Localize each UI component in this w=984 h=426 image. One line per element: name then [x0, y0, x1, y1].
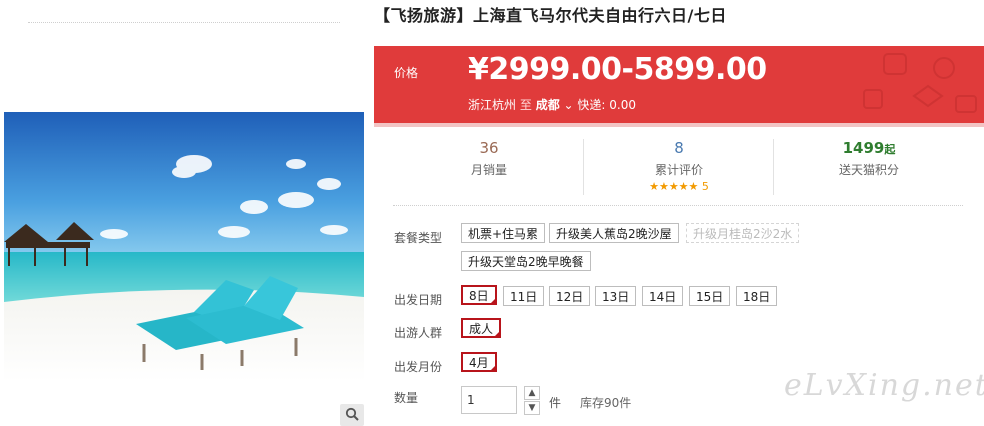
- reviews-label: 累计评价: [654, 163, 703, 177]
- group-option-selected[interactable]: 成人: [461, 318, 502, 338]
- points-value-row: 1499起: [774, 139, 964, 157]
- tmall-points: 1499起 送天猫积分: [774, 139, 964, 178]
- package-option-disabled: 升级月桂岛2沙2水: [686, 223, 800, 243]
- reviews[interactable]: 8 累计评价 ★★★★★ 5: [584, 139, 774, 193]
- departure-month-label: 出发月份: [394, 360, 443, 374]
- package-option[interactable]: 升级美人蕉岛2晚沙屋: [549, 223, 679, 243]
- reviews-value: 8: [674, 139, 684, 157]
- price-value: ¥2999.00-5899.00: [468, 52, 767, 87]
- chevron-up-icon: ▲: [528, 388, 536, 398]
- date-option[interactable]: 11日: [503, 286, 545, 306]
- chevron-down-icon: ▼: [528, 403, 536, 413]
- date-option[interactable]: 14日: [642, 286, 684, 306]
- date-option[interactable]: 15日: [689, 286, 731, 306]
- date-option[interactable]: 12日: [549, 286, 591, 306]
- price-panel: 价格 ¥2999.00-5899.00 浙江杭州 至 成都 ⌄ 快递: 0.00: [374, 46, 984, 123]
- shipping-info: 浙江杭州 至 成都 ⌄ 快递: 0.00: [468, 96, 636, 113]
- to-word: 至: [519, 98, 532, 112]
- monthly-sales-value: 36: [479, 139, 499, 157]
- points-suffix: 起: [884, 143, 896, 156]
- month-option-selected[interactable]: 4月: [461, 352, 497, 372]
- watermark: eLvXing.net: [784, 368, 984, 403]
- traveler-group-label: 出游人群: [394, 326, 443, 340]
- quantity-label: 数量: [394, 391, 419, 405]
- quantity-unit: 件: [549, 396, 562, 410]
- top-divider: [28, 22, 340, 23]
- stats-divider-line: [393, 205, 963, 206]
- stock-count: 库存90件: [580, 396, 632, 410]
- chevron-down-icon: ⌄: [563, 98, 574, 112]
- stats-row: 36 月销量 8 累计评价 ★★★★★ 5 1499起 送天猫积分: [374, 127, 984, 205]
- quantity-decrease-button[interactable]: ▼: [524, 401, 540, 415]
- product-title: 【飞扬旅游】上海直飞马尔代夫自由行六日/七日: [374, 6, 727, 25]
- zoom-button[interactable]: [340, 404, 364, 426]
- decor-pattern-icon: [863, 53, 977, 113]
- package-option[interactable]: 升级天堂岛2晚早晚餐: [461, 251, 591, 271]
- date-option[interactable]: 13日: [595, 286, 637, 306]
- product-photo: [4, 112, 364, 382]
- rating-stars-icon: ★★★★★: [649, 180, 699, 193]
- destination-selector[interactable]: 成都 ⌄: [536, 98, 578, 112]
- points-label: 送天猫积分: [838, 163, 899, 177]
- package-type-label: 套餐类型: [394, 231, 443, 245]
- departure-date-label: 出发日期: [394, 293, 443, 307]
- monthly-sales-label: 月销量: [470, 163, 507, 177]
- quantity-input[interactable]: 1: [461, 386, 517, 414]
- package-option[interactable]: 机票+住马累: [461, 223, 546, 243]
- shipping-fee: 快递: 0.00: [577, 98, 636, 112]
- date-option-selected[interactable]: 8日: [461, 285, 497, 305]
- monthly-sales: 36 月销量: [394, 139, 584, 178]
- destination-city: 成都: [535, 98, 560, 112]
- origin-city: 浙江杭州: [468, 98, 517, 112]
- rating-score: 5: [701, 180, 709, 193]
- points-value: 1499: [842, 139, 885, 157]
- date-option[interactable]: 18日: [736, 286, 778, 306]
- price-label: 价格: [394, 66, 419, 80]
- quantity-increase-button[interactable]: ▲: [524, 386, 540, 400]
- magnifier-icon: [345, 406, 359, 425]
